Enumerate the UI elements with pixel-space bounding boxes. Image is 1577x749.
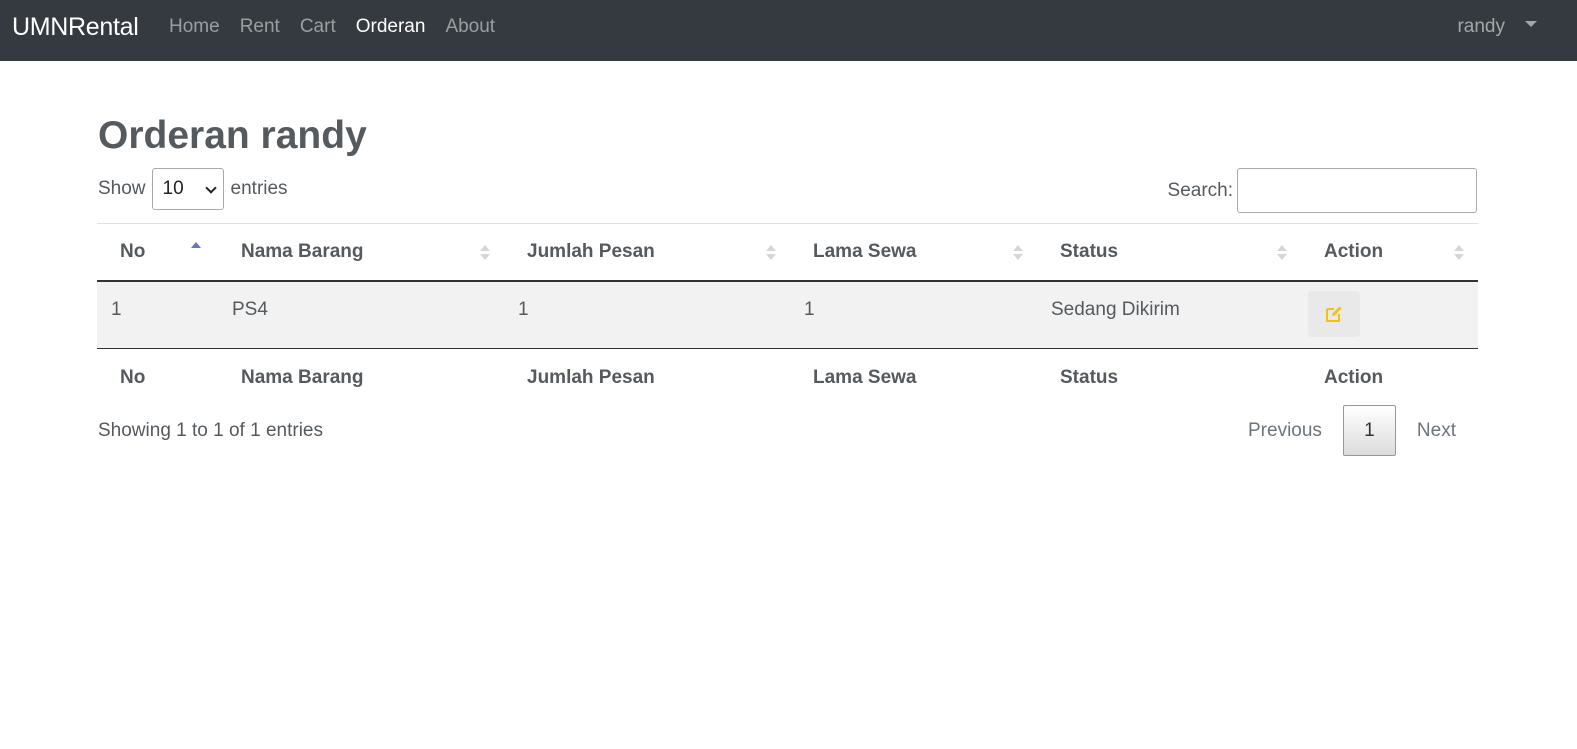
navbar: UMNRental Home Rent Cart Orderan About r… xyxy=(0,0,1577,61)
nav-link-orderan[interactable]: Orderan xyxy=(356,15,426,39)
column-header-action[interactable]: Action xyxy=(1301,223,1478,282)
column-header-status[interactable]: Status xyxy=(1037,223,1301,282)
edit-order-button[interactable] xyxy=(1308,290,1360,337)
cell-status: Sedang Dikirim xyxy=(1037,280,1301,349)
column-header-lama-sewa[interactable]: Lama Sewa xyxy=(790,223,1037,282)
nav-link-cart[interactable]: Cart xyxy=(300,15,336,39)
entries-select[interactable]: 10 xyxy=(151,168,224,210)
pagination-previous[interactable]: Previous xyxy=(1227,405,1343,456)
column-label-action: Action xyxy=(1324,240,1384,262)
table-info: Showing 1 to 1 of 1 entries xyxy=(98,420,323,441)
sort-icon xyxy=(1454,245,1464,261)
search-control: Search: xyxy=(1168,168,1477,213)
entries-label: entries xyxy=(230,178,288,199)
sort-icon xyxy=(766,245,776,261)
nav-link-rent[interactable]: Rent xyxy=(240,15,280,39)
pagination-next[interactable]: Next xyxy=(1396,405,1477,456)
sort-icon xyxy=(1013,245,1023,261)
column-header-no[interactable]: No xyxy=(97,223,218,282)
sort-icon xyxy=(480,245,490,261)
user-name: randy xyxy=(1457,16,1505,37)
nav-link-about[interactable]: About xyxy=(445,15,495,39)
orders-table: No Nama Barang Jumlah Pesan Lama Sewa St… xyxy=(97,223,1478,407)
show-label: Show xyxy=(98,178,146,199)
sort-icon xyxy=(1277,245,1287,261)
caret-down-icon xyxy=(1525,21,1537,27)
brand-logo[interactable]: UMNRental xyxy=(12,12,139,42)
column-label-status: Status xyxy=(1060,240,1119,262)
entries-select-value: 10 xyxy=(162,178,184,199)
table-footer-row: No Nama Barang Jumlah Pesan Lama Sewa St… xyxy=(97,349,1478,407)
table-header-row: No Nama Barang Jumlah Pesan Lama Sewa St… xyxy=(97,223,1478,282)
cell-jumlah-pesan: 1 xyxy=(504,280,790,349)
cell-no: 1 xyxy=(97,280,218,349)
column-label-jumlah-pesan: Jumlah Pesan xyxy=(527,240,655,262)
pagination-page-1[interactable]: 1 xyxy=(1342,405,1396,456)
pagination: Previous 1 Next xyxy=(1227,405,1477,456)
nav-links: Home Rent Cart Orderan About xyxy=(169,15,515,39)
cell-nama-barang: PS4 xyxy=(218,280,504,349)
nav-link-home[interactable]: Home xyxy=(169,15,220,39)
footer-label-lama-sewa: Lama Sewa xyxy=(813,366,917,388)
search-label: Search: xyxy=(1167,179,1233,201)
column-label-nama-barang: Nama Barang xyxy=(241,240,364,262)
column-label-lama-sewa: Lama Sewa xyxy=(813,240,917,262)
table-row: 1 PS4 1 1 Sedang Dikirim xyxy=(97,280,1478,349)
footer-label-jumlah-pesan: Jumlah Pesan xyxy=(527,366,655,388)
footer-label-nama-barang: Nama Barang xyxy=(241,366,364,388)
orders-table-wrapper: No Nama Barang Jumlah Pesan Lama Sewa St… xyxy=(97,223,1478,407)
sort-ascending-icon xyxy=(191,242,201,258)
footer-label-action: Action xyxy=(1324,366,1384,388)
column-header-nama-barang[interactable]: Nama Barang xyxy=(218,223,504,282)
entries-length-control: Show 10 entries xyxy=(98,168,288,210)
cell-lama-sewa: 1 xyxy=(790,280,1037,349)
user-dropdown[interactable]: randy xyxy=(1457,15,1537,39)
edit-icon xyxy=(1326,306,1342,322)
column-label-no: No xyxy=(120,240,146,262)
cell-action xyxy=(1301,280,1478,349)
footer-label-no: No xyxy=(120,366,146,388)
chevron-down-icon xyxy=(204,182,217,194)
search-input[interactable] xyxy=(1237,168,1477,213)
page-title: Orderan randy xyxy=(98,114,367,157)
column-header-jumlah-pesan[interactable]: Jumlah Pesan xyxy=(504,223,790,282)
footer-label-status: Status xyxy=(1060,366,1119,388)
